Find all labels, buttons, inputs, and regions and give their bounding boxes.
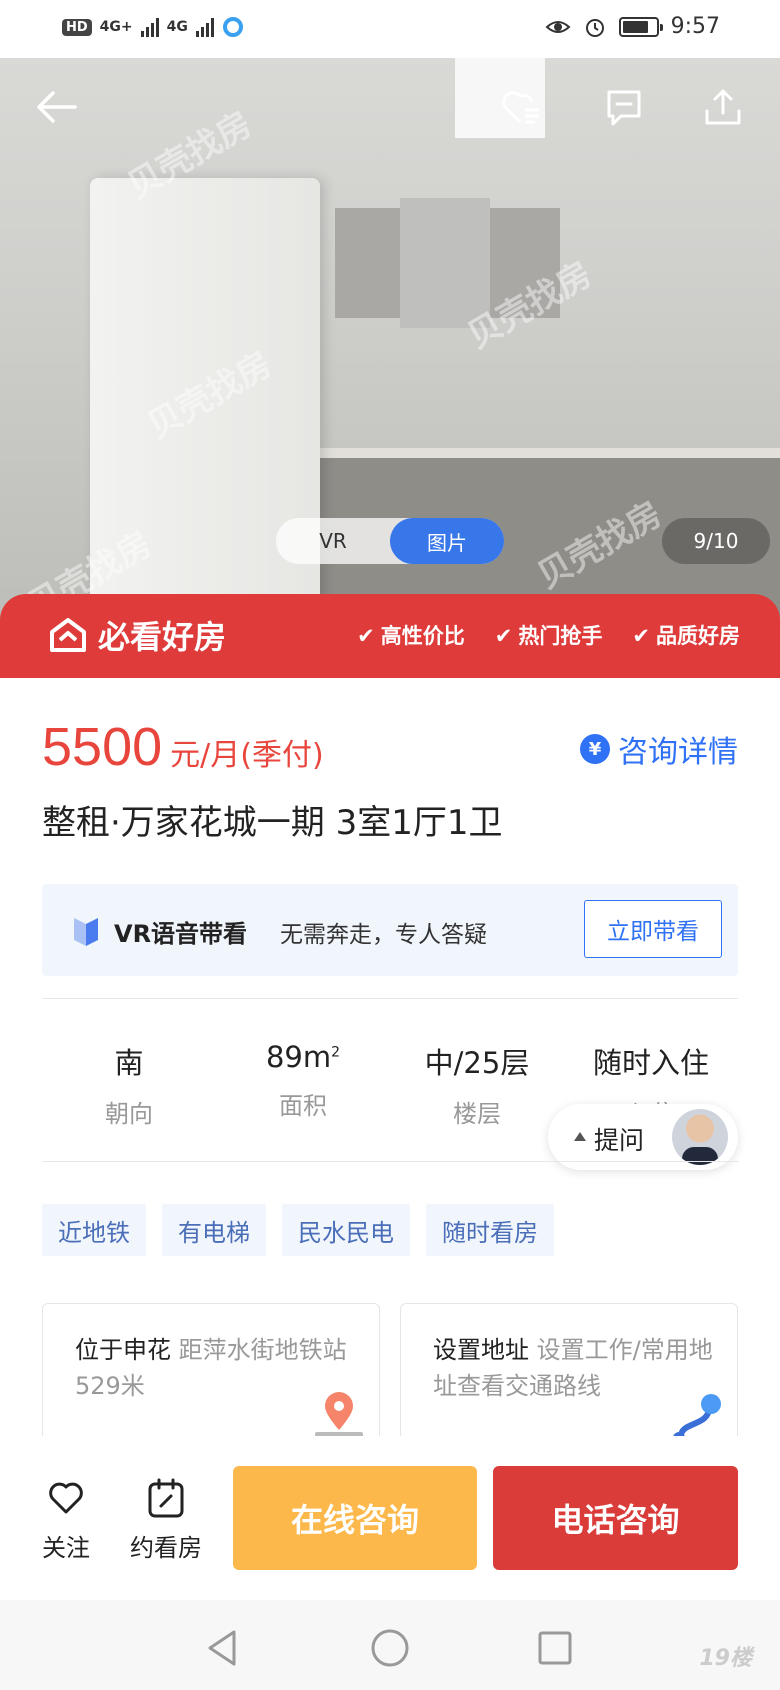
price-value: 5500 <box>42 717 163 777</box>
follow-button[interactable]: 关注 <box>40 1476 92 1563</box>
sim1-network: 4G+ <box>99 19 133 35</box>
banner-tag: ✔ 高性价比 <box>357 624 465 648</box>
start-vr-guide-button[interactable]: 立即带看 <box>584 900 722 958</box>
feature-tag: 民水民电 <box>282 1204 410 1256</box>
house-icon <box>50 618 86 652</box>
heart-icon <box>49 1482 83 1514</box>
vr-icon <box>74 918 98 946</box>
media-toggle: VR 图片 <box>276 518 504 564</box>
banner-tags: ✔ 高性价比 ✔ 热门抢手 ✔ 品质好房 <box>357 620 740 650</box>
feature-tag: 有电梯 <box>162 1204 266 1256</box>
divider <box>42 998 738 999</box>
spec-label: 楼层 <box>453 1100 501 1128</box>
banner-tag: ✔ 品质好房 <box>632 624 740 648</box>
banner-logo: 必看好房 <box>48 612 226 658</box>
feature-tags: 近地铁 有电梯 民水民电 随时看房 <box>42 1204 554 1256</box>
system-nav-bar <box>0 1600 780 1690</box>
nav-recents-icon[interactable] <box>537 1628 573 1668</box>
price-row: 5500 元/月(季付) <box>42 716 324 778</box>
consult-details-label: 咨询详情 <box>618 735 738 770</box>
message-button[interactable] <box>599 82 649 132</box>
spec-value: 89m2 <box>265 1040 341 1074</box>
alarm-icon <box>585 18 604 37</box>
check-icon: ✔ <box>632 624 650 648</box>
caret-up-icon <box>574 1132 586 1141</box>
price-unit: 元/月(季付) <box>170 738 324 773</box>
commute-card[interactable]: 设置地址 设置工作/常用地址查看交通路线 <box>400 1303 738 1443</box>
status-bar: HD 4G+ 4G 9:57 <box>0 0 780 58</box>
location-card[interactable]: 位于申花 距萍水街地铁站529米 <box>42 1303 380 1443</box>
calendar-clock-icon <box>148 1478 184 1518</box>
banner-tag: ✔ 热门抢手 <box>494 624 603 648</box>
commute-card-head: 设置地址 <box>433 1336 529 1364</box>
battery-icon <box>618 16 663 37</box>
hd-indicator: HD <box>62 18 92 36</box>
check-icon: ✔ <box>357 624 375 648</box>
check-icon: ✔ <box>494 624 513 648</box>
vr-guide-desc: 无需奔走，专人答疑 <box>280 922 487 948</box>
spec-value: 南 <box>114 1046 144 1080</box>
signal-icon-2 <box>195 17 214 37</box>
map-pin-icon <box>315 1392 363 1438</box>
agent-avatar <box>672 1109 728 1165</box>
top-nav <box>0 80 780 140</box>
back-arrow-icon <box>37 91 77 123</box>
ask-label: 提问 <box>594 1126 645 1155</box>
favorite-list-button[interactable] <box>496 82 546 132</box>
spec-value: 中/25层 <box>424 1046 530 1080</box>
spec-value: 随时入住 <box>592 1046 709 1080</box>
book-viewing-button[interactable]: 约看房 <box>126 1476 206 1563</box>
feature-tag: 近地铁 <box>42 1204 146 1256</box>
tab-photos[interactable]: 图片 <box>390 518 504 564</box>
heart-list-icon <box>502 91 540 124</box>
photo-counter: 9/10 <box>662 518 770 564</box>
consult-details-link[interactable]: ¥ 咨询详情 <box>580 727 738 771</box>
back-button[interactable] <box>32 82 82 132</box>
nav-back-icon[interactable] <box>204 1628 240 1668</box>
divider <box>42 1161 738 1162</box>
chat-bubble-icon <box>607 90 641 126</box>
spec-label: 朝向 <box>105 1100 153 1128</box>
status-right: 9:57 <box>545 14 720 39</box>
spec-floor: 中/25层 楼层 <box>390 1040 564 1129</box>
must-see-banner: 必看好房 ✔ 高性价比 ✔ 热门抢手 ✔ 品质好房 <box>0 594 780 678</box>
listing-title: 整租·万家花城一期 3室1厅1卫 <box>42 803 503 843</box>
route-icon <box>673 1394 721 1442</box>
feature-tag: 随时看房 <box>426 1204 554 1256</box>
spec-area: 89m2 面积 <box>216 1040 390 1129</box>
book-viewing-label: 约看房 <box>130 1534 202 1562</box>
tab-vr[interactable]: VR <box>276 518 390 564</box>
sim2-network: 4G <box>166 19 188 35</box>
share-icon <box>705 89 741 125</box>
follow-label: 关注 <box>42 1534 90 1562</box>
nav-home-icon[interactable] <box>370 1628 410 1668</box>
vr-guide-panel: VR语音带看 无需奔走，专人答疑 立即带看 <box>42 884 738 976</box>
site-watermark: 19楼 <box>699 1646 752 1671</box>
bottom-action-bar: 关注 约看房 在线咨询 电话咨询 <box>0 1436 780 1600</box>
app-notification-icon <box>222 17 243 37</box>
yen-icon: ¥ <box>580 734 610 764</box>
share-button[interactable] <box>698 82 748 132</box>
vr-guide-title: VR语音带看 <box>114 920 248 948</box>
status-left: HD 4G+ 4G <box>62 16 244 38</box>
spec-label: 面积 <box>279 1092 327 1120</box>
eye-icon <box>545 20 571 33</box>
spec-orientation: 南 朝向 <box>42 1040 216 1129</box>
online-consult-button[interactable]: 在线咨询 <box>233 1466 477 1570</box>
clock: 9:57 <box>670 14 720 39</box>
phone-consult-button[interactable]: 电话咨询 <box>493 1466 738 1570</box>
location-card-head: 位于申花 <box>75 1336 171 1364</box>
signal-icon <box>140 17 159 37</box>
banner-logo-text: 必看好房 <box>98 618 227 656</box>
